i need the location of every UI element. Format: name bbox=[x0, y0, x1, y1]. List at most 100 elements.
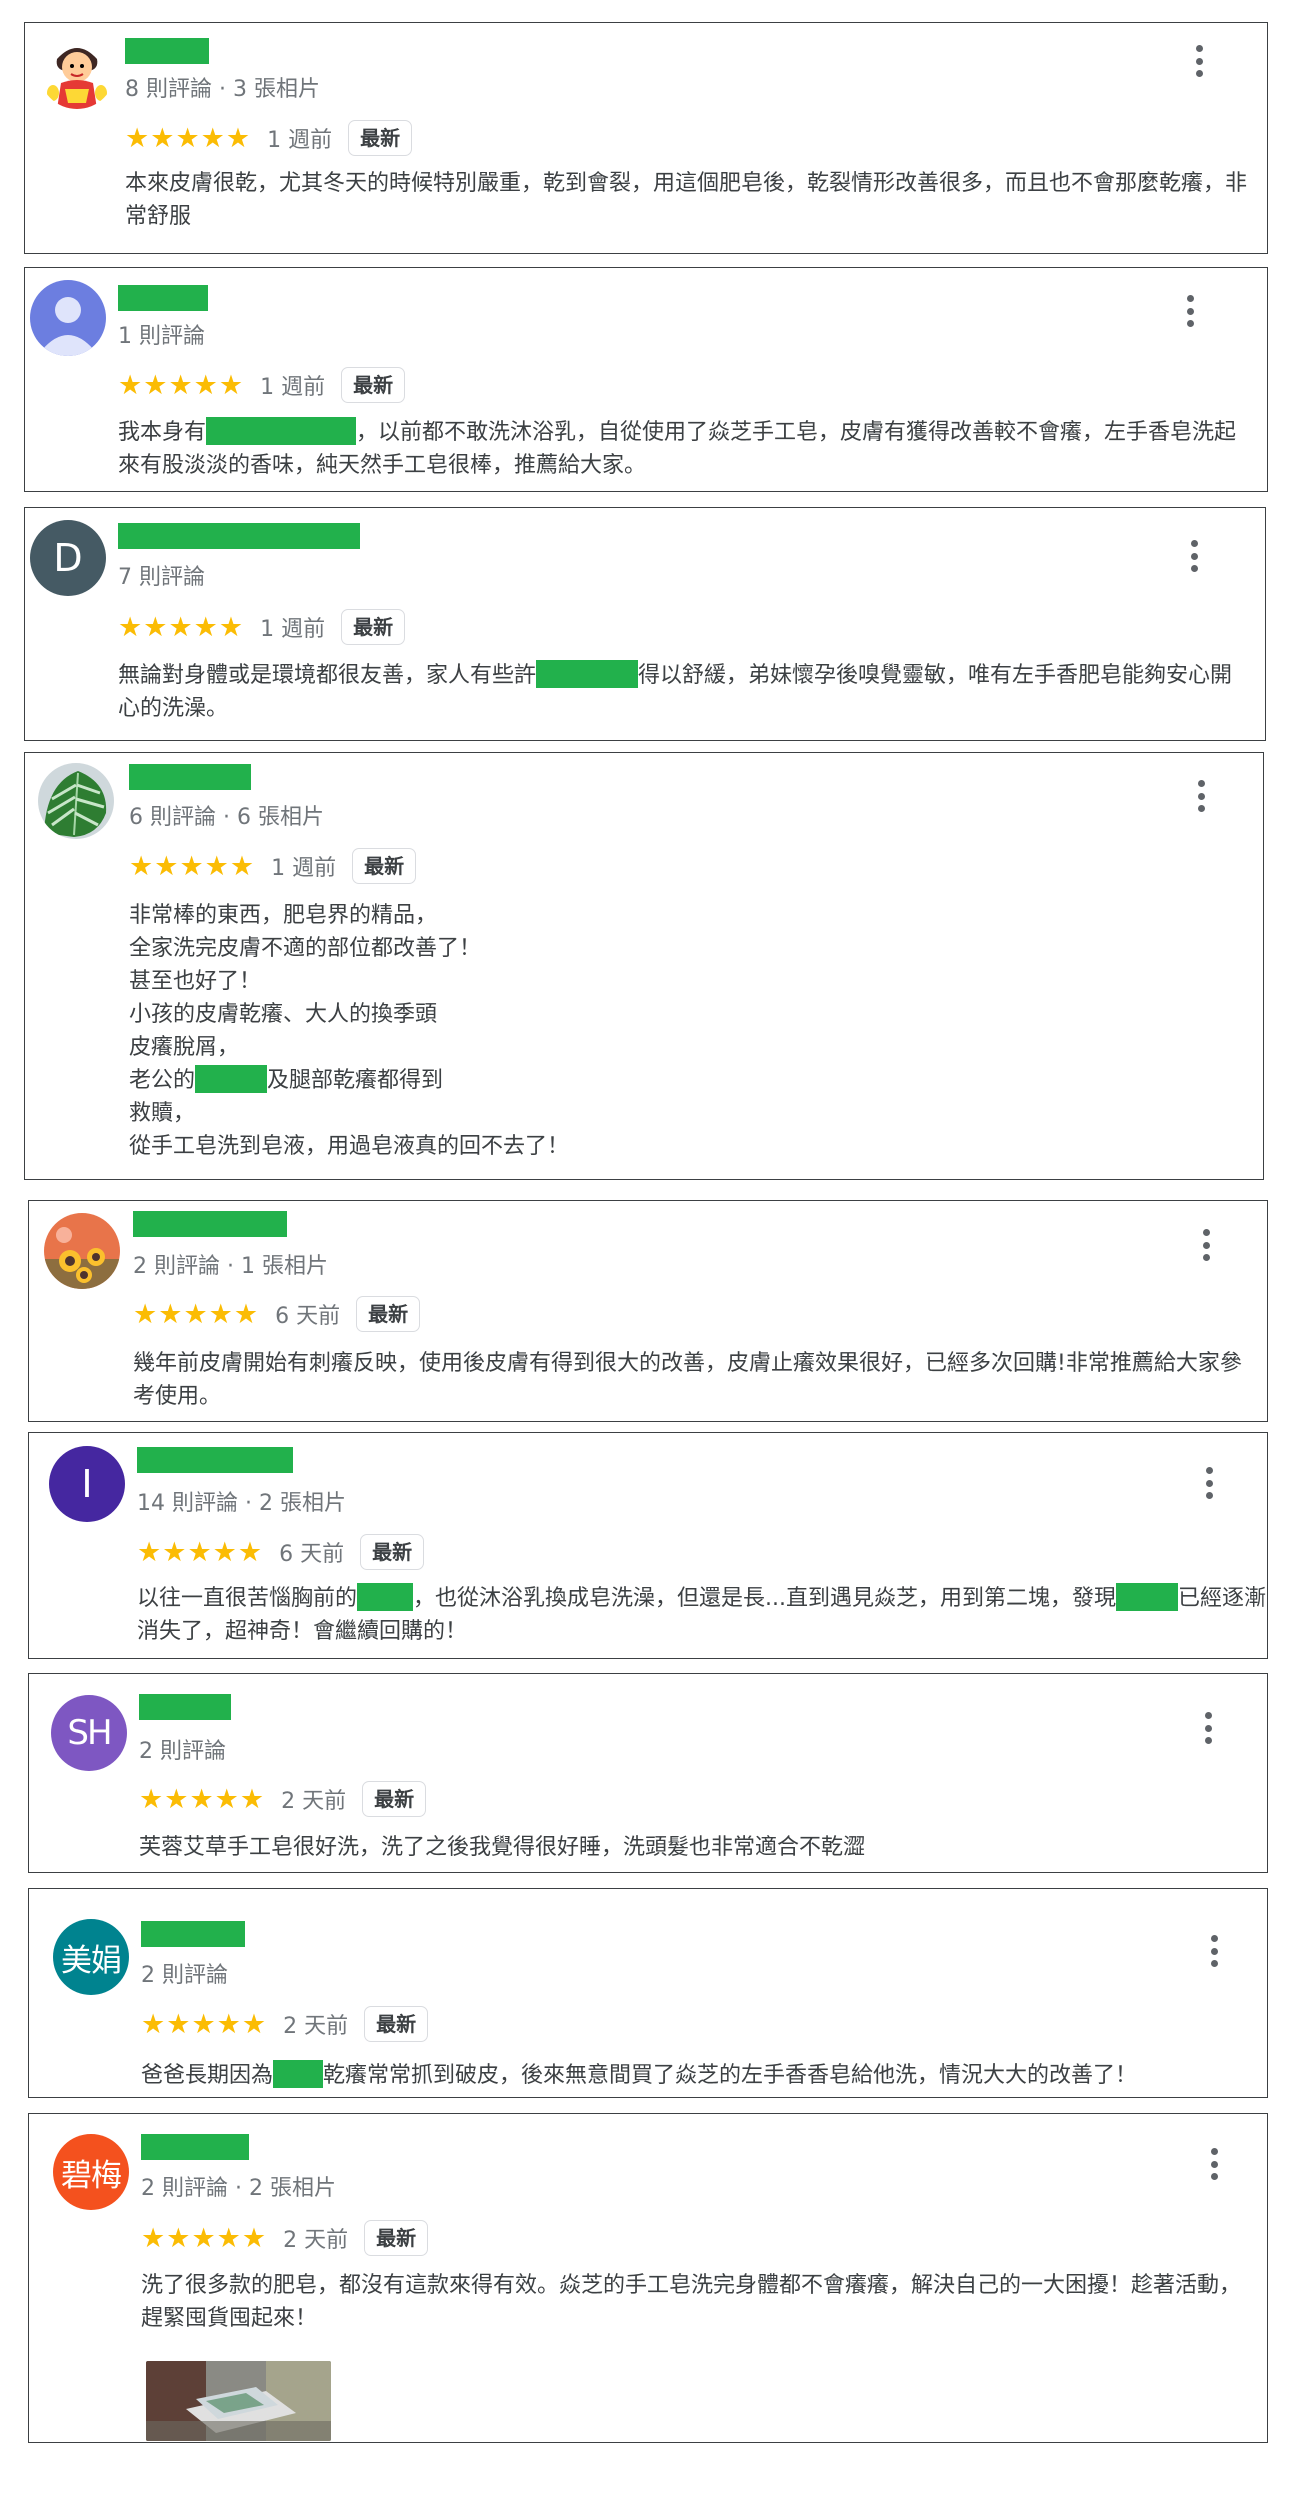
star-icon: ★ bbox=[143, 369, 168, 401]
rating-row: ★ ★ ★ ★ ★ 1 週前 最新 bbox=[118, 607, 406, 647]
redacted-text bbox=[536, 660, 639, 688]
review-text: 洗了很多款的肥皂，都沒有這款來得有效。焱芝的手工皂洗完身體都不會癢癢，解決自己的… bbox=[141, 2269, 1251, 2335]
reviewer-avatar[interactable] bbox=[38, 763, 114, 839]
reviewer-name-redacted[interactable] bbox=[141, 1921, 245, 1947]
avatar-initials: I bbox=[81, 1462, 93, 1506]
review-card: 2 則評論 · 1 張相片 ★ ★ ★ ★ ★ 6 天前 最新 幾年前皮膚開始有刺癢反映，使用後… bbox=[28, 1200, 1268, 1422]
star-rating: ★ ★ ★ ★ ★ bbox=[118, 372, 243, 399]
review-card: SH 2 則評論 ★ ★ ★ ★ ★ 2 天前 最新 芙蓉艾草手工皂很好洗，洗了之後我覺得很好睡，… bbox=[28, 1673, 1268, 1873]
star-icon: ★ bbox=[143, 611, 168, 643]
reviewer-name-redacted[interactable] bbox=[118, 523, 360, 549]
reviewer-stats: 2 則評論 · 1 張相片 bbox=[133, 1254, 328, 1279]
star-icon: ★ bbox=[141, 2008, 166, 2040]
review-text-segment: 非常棒的東西，肥皂界的精品， 全家洗完皮膚不適的部位都改善了！ 甚至也好了！ 小… bbox=[129, 903, 482, 1093]
rating-row: ★ ★ ★ ★ ★ 2 天前 最新 bbox=[139, 1779, 427, 1819]
reviewer-name-redacted[interactable] bbox=[133, 1211, 287, 1237]
reviewer-avatar[interactable] bbox=[44, 1213, 120, 1289]
rating-row: ★ ★ ★ ★ ★ 6 天前 最新 bbox=[137, 1532, 425, 1572]
rating-row: ★ ★ ★ ★ ★ 6 天前 最新 bbox=[133, 1294, 421, 1334]
review-photo[interactable] bbox=[146, 2361, 331, 2441]
star-icon: ★ bbox=[141, 2222, 166, 2254]
reviewer-name-redacted[interactable] bbox=[125, 38, 209, 64]
review-time: 2 天前 bbox=[283, 2228, 349, 2253]
newest-badge: 最新 bbox=[341, 609, 406, 645]
review-text-segment: ，也從沐浴乳換成皂洗澡，但還是長...直到遇見焱芝，用到第二塊，發現 bbox=[413, 1586, 1116, 1611]
star-icon: ★ bbox=[175, 122, 200, 154]
reviewer-name-redacted[interactable] bbox=[129, 764, 251, 790]
review-text: 爸爸長期因為 乾癢常常抓到破皮，後來無意間買了焱芝的左手香香皂給他洗，情況大大的改… bbox=[141, 2059, 1256, 2092]
more-vert-icon[interactable] bbox=[1180, 291, 1200, 331]
reviewer-name-redacted[interactable] bbox=[141, 2134, 249, 2160]
review-card: 6 則評論 · 6 張相片 ★ ★ ★ ★ ★ 1 週前 最新 非常棒的東西，肥皂界的精品， 全… bbox=[24, 752, 1264, 1180]
star-icon: ★ bbox=[166, 2008, 191, 2040]
reviewer-stats: 2 則評論 bbox=[141, 1963, 228, 1988]
more-vert-icon[interactable] bbox=[1204, 2144, 1224, 2184]
reviewer-stats: 1 則評論 bbox=[118, 324, 205, 349]
star-icon: ★ bbox=[139, 1783, 164, 1815]
reviewer-avatar[interactable] bbox=[30, 280, 106, 356]
star-icon: ★ bbox=[189, 1783, 214, 1815]
star-icon: ★ bbox=[239, 1783, 265, 1815]
more-vert-icon[interactable] bbox=[1189, 41, 1209, 81]
more-vert-icon[interactable] bbox=[1199, 1463, 1219, 1503]
star-icon: ★ bbox=[162, 1536, 187, 1568]
star-icon: ★ bbox=[118, 611, 143, 643]
star-rating: ★ ★ ★ ★ ★ bbox=[141, 2011, 266, 2038]
review-text-segment: 乾癢常常抓到破皮，後來無意間買了焱芝的左手香香皂給他洗，情況大大的改善了！ bbox=[323, 2063, 1138, 2088]
star-icon: ★ bbox=[191, 2008, 216, 2040]
star-icon: ★ bbox=[233, 1298, 259, 1330]
star-icon: ★ bbox=[166, 2222, 191, 2254]
reviewer-avatar[interactable]: 碧梅 bbox=[53, 2134, 129, 2210]
redacted-text bbox=[273, 2060, 324, 2088]
star-rating: ★ ★ ★ ★ ★ bbox=[125, 125, 250, 152]
reviewer-name-redacted[interactable] bbox=[118, 285, 208, 311]
review-card: 美娟 2 則評論 ★ ★ ★ ★ ★ 2 天前 最新 爸爸長期因為 乾癢常常抓到破皮，後來無意間買了… bbox=[28, 1888, 1268, 2098]
star-icon: ★ bbox=[187, 1536, 212, 1568]
more-vert-icon[interactable] bbox=[1198, 1708, 1218, 1748]
star-icon: ★ bbox=[208, 1298, 233, 1330]
newest-badge: 最新 bbox=[341, 367, 406, 403]
reviewer-avatar[interactable] bbox=[39, 33, 115, 109]
star-icon: ★ bbox=[133, 1298, 158, 1330]
star-icon: ★ bbox=[183, 1298, 208, 1330]
star-rating: ★ ★ ★ ★ ★ bbox=[137, 1539, 262, 1566]
star-icon: ★ bbox=[229, 850, 255, 882]
more-vert-icon[interactable] bbox=[1204, 1931, 1224, 1971]
reviewer-avatar[interactable]: SH bbox=[51, 1695, 127, 1771]
avatar-initials: 碧梅 bbox=[61, 2157, 122, 2194]
reviewer-avatar[interactable]: 美娟 bbox=[53, 1919, 129, 1995]
star-icon: ★ bbox=[193, 369, 218, 401]
review-time: 2 天前 bbox=[281, 1789, 347, 1814]
star-rating: ★ ★ ★ ★ ★ bbox=[118, 614, 243, 641]
redacted-text bbox=[1116, 1583, 1178, 1611]
review-time: 2 天前 bbox=[283, 2014, 349, 2039]
reviewer-stats: 14 則評論 · 2 張相片 bbox=[137, 1491, 346, 1516]
star-icon: ★ bbox=[125, 122, 150, 154]
review-text-segment: 芙蓉艾草手工皂很好洗，洗了之後我覺得很好睡，洗頭髮也非常適合不乾澀 bbox=[139, 1835, 866, 1860]
newest-badge: 最新 bbox=[362, 1781, 427, 1817]
star-icon: ★ bbox=[154, 850, 179, 882]
review-text-segment: 本來皮膚很乾，尤其冬天的時候特別嚴重，乾到會裂，用這個肥皂後，乾裂情形改善很多，… bbox=[125, 171, 1248, 229]
review-time: 1 週前 bbox=[267, 128, 333, 153]
newest-badge: 最新 bbox=[356, 1296, 421, 1332]
reviewer-avatar[interactable]: I bbox=[49, 1446, 125, 1522]
star-rating: ★ ★ ★ ★ ★ bbox=[141, 2225, 266, 2252]
star-icon: ★ bbox=[237, 1536, 263, 1568]
rating-row: ★ ★ ★ ★ ★ 1 週前 最新 bbox=[125, 118, 413, 158]
more-vert-icon[interactable] bbox=[1191, 776, 1211, 816]
review-card: 8 則評論 · 3 張相片 ★ ★ ★ ★ ★ 1 週前 最新 本來皮膚很乾，尤其冬天的時候特別… bbox=[24, 22, 1268, 254]
star-icon: ★ bbox=[241, 2008, 267, 2040]
star-icon: ★ bbox=[168, 611, 193, 643]
reviewer-name-redacted[interactable] bbox=[137, 1447, 293, 1473]
rating-row: ★ ★ ★ ★ ★ 2 天前 最新 bbox=[141, 2004, 429, 2044]
reviewer-avatar[interactable]: D bbox=[30, 520, 106, 596]
review-text: 以往一直很苦惱胸前的 ，也從沐浴乳換成皂洗澡，但還是長...直到遇見焱芝，用到第二… bbox=[137, 1582, 1267, 1648]
review-text: 本來皮膚很乾，尤其冬天的時候特別嚴重，乾到會裂，用這個肥皂後，乾裂情形改善很多，… bbox=[125, 167, 1255, 233]
reviewer-name-redacted[interactable] bbox=[139, 1694, 231, 1720]
redacted-text bbox=[357, 1583, 414, 1611]
more-vert-icon[interactable] bbox=[1184, 536, 1204, 576]
review-time: 1 週前 bbox=[260, 375, 326, 400]
avatar-initials: 美娟 bbox=[61, 1942, 122, 1979]
review-text-segment: 我本身有 bbox=[118, 420, 207, 445]
more-vert-icon[interactable] bbox=[1196, 1225, 1216, 1265]
